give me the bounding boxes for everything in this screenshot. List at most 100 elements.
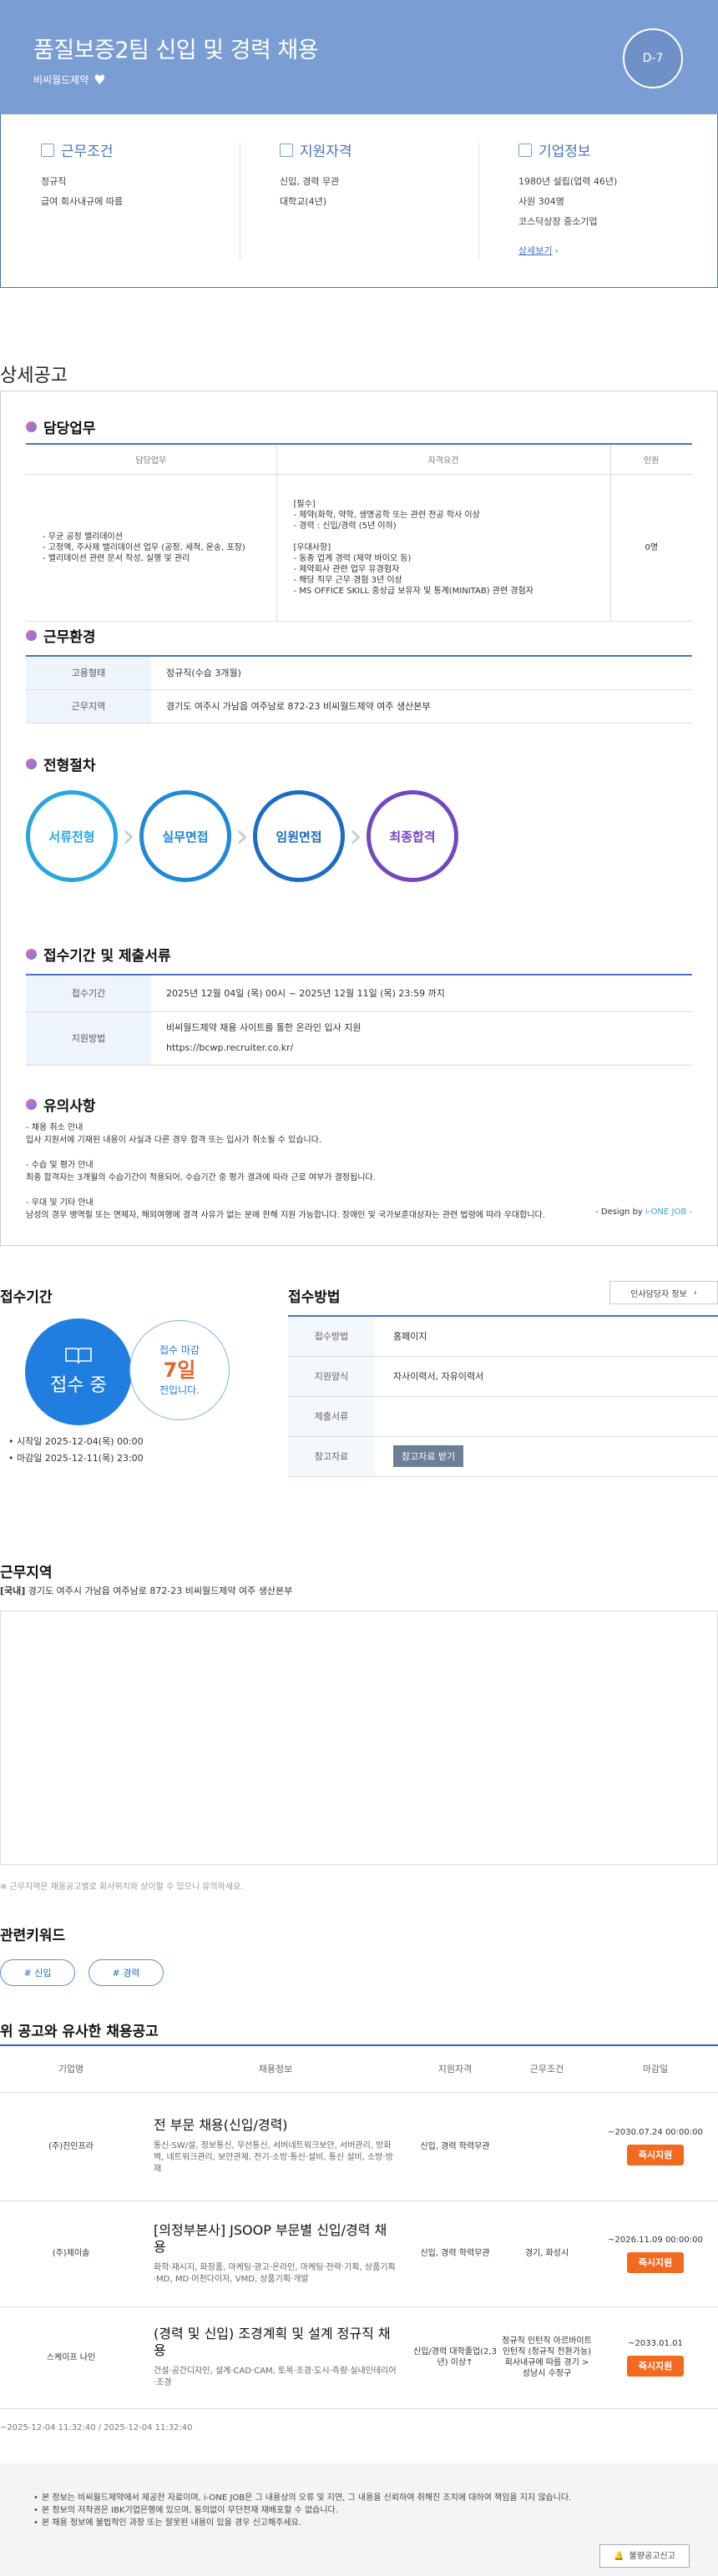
method-value: 홈페이지 bbox=[375, 1316, 718, 1357]
company-name[interactable]: (주)진인프라 bbox=[0, 2092, 142, 2201]
company-name[interactable]: (주)제이솔 bbox=[0, 2200, 142, 2307]
book-icon bbox=[65, 1348, 92, 1364]
bullet-icon bbox=[26, 949, 37, 960]
remain-suffix: 전입니다. bbox=[159, 1384, 200, 1396]
notice-heading: 유의사항 bbox=[26, 1094, 96, 1115]
notice-line: - 채용 취소 안내 bbox=[26, 1123, 83, 1132]
summary-company: 기업정보 1980년 설립(업력 46년) 사원 304명 코스닥상장 중소기업… bbox=[478, 114, 717, 287]
job-header: 품질보증2팀 신입 및 경력 채용 비씨월드제약 ♥ D-7 bbox=[0, 0, 718, 114]
method-value bbox=[375, 1396, 718, 1437]
design-brand: i-ONE JOB - bbox=[645, 1207, 692, 1217]
job-deadline: ~2030.07.24 00:00:00 bbox=[608, 2128, 703, 2137]
table-header: 마감일 bbox=[593, 2045, 718, 2093]
remain-circle: 접수 마감 7일 전입니다. bbox=[129, 1320, 230, 1420]
contact-info-label: 인사담당자 정보 bbox=[630, 1289, 687, 1299]
design-prefix: - Design by bbox=[595, 1207, 646, 1217]
table-row[interactable]: (주)진인프라 전 부문 채용(신입/경력) 통신·SW/설, 정보통신, 무선통… bbox=[0, 2092, 718, 2201]
remain-prefix: 접수 마감 bbox=[159, 1344, 200, 1356]
job-desc: 건설·공간디자인, 설계·CAD·CAM, 토목·조경·도시·측량·실내인테리어… bbox=[154, 2367, 397, 2387]
method-value: 참고자료 받기 bbox=[375, 1436, 718, 1477]
summary-line: 1980년 설립(업력 46년) bbox=[518, 176, 618, 187]
similar-table: 기업명 채용정보 지원자격 근무조건 마감일 (주)진인프라 전 부문 채용(신… bbox=[0, 2044, 718, 2409]
req-line: - 제약회사 관련 업무 유경험자 bbox=[293, 564, 400, 574]
summary-title: 기업정보 bbox=[538, 144, 591, 160]
process-steps: 서류전형 › 실무면접 › 임원면접 › 최종합격 bbox=[26, 790, 458, 882]
footer-notice: 본 정보는 비씨월드제약에서 제공한 자료이며, i-ONE JOB은 그 내용… bbox=[0, 2463, 718, 2576]
job-qual: 신입/경력 대학졸업(2,3년) 이상↑ bbox=[409, 2306, 501, 2409]
job-title-link[interactable]: (경력 및 신입) 조경계획 및 설계 정규직 채용 bbox=[154, 2326, 397, 2359]
job-deadline-cell: ~2030.07.24 00:00:00 즉시지원 bbox=[593, 2092, 718, 2201]
apply-status: 접수 중 bbox=[50, 1375, 107, 1396]
apply-now-button[interactable]: 즉시지원 bbox=[626, 2145, 685, 2165]
job-desc: 화학·재시지, 화장품, 마케팅·광고·온라인, 마케팅·전략·기획, 상품기획… bbox=[154, 2262, 396, 2284]
heart-icon[interactable]: ♥ bbox=[94, 72, 105, 88]
job-title-link[interactable]: [의정부본사] JSOOP 부문별 신입/경력 채용 bbox=[154, 2222, 397, 2256]
method-line: 비씨월드제약 채용 사이트를 통한 온라인 입사 지원 bbox=[166, 1022, 362, 1033]
req-line: - 동종 업계 경력 (제약 바이오 등) bbox=[293, 553, 412, 563]
company-name[interactable]: 스케이프 나인 bbox=[0, 2306, 142, 2409]
detail-section-title: 상세공고 bbox=[0, 365, 68, 386]
keywords-title: 관련키워드 bbox=[0, 1928, 66, 1944]
footer-line: 본 정보의 저작권은 IBK기업은행에 있으며, 동의없이 무단전재 재배포할 … bbox=[33, 2504, 685, 2517]
method-table: 접수방법 홈페이지 지원양식 자사이력서, 자유이력서 제출서류 참고자료 참고자료 … bbox=[288, 1315, 718, 1477]
method-url[interactable]: https://bcwp.recruiter.co.kr/ bbox=[166, 1038, 677, 1058]
job-deadline-cell: ~2026.11.09 00:00:00 즉시지원 bbox=[593, 2200, 718, 2307]
duty-table: 담당업무 자격요건 인원 - 무균 공정 밸리데이션 - 고정액, 주사제 밸리… bbox=[26, 443, 692, 622]
job-qual: 신입, 경력 학력무관 bbox=[409, 2200, 501, 2307]
apply-now-button[interactable]: 즉시지원 bbox=[626, 2251, 685, 2273]
job-cond bbox=[501, 2092, 593, 2201]
duty-line: - 고정액, 주사제 밸리데이션 업무 (공정, 세척, 운송, 포장) bbox=[43, 542, 245, 552]
summary-line: 신입, 경력 무관 bbox=[280, 176, 340, 187]
period-value: 2025년 12월 04일 (목) 00시 ~ 2025년 12월 11일 (목… bbox=[151, 975, 692, 1012]
keyword-chip[interactable]: # 경력 bbox=[88, 1959, 164, 1986]
env-heading: 근무환경 bbox=[26, 625, 96, 646]
keyword-chip[interactable]: # 신입 bbox=[0, 1959, 75, 1986]
table-row[interactable]: (주)제이솔 [의정부본사] JSOOP 부문별 신입/경력 채용화학·재시지,… bbox=[0, 2200, 718, 2307]
req-line: - 제약(화학, 약학, 생명공학 또는 관련 전공 학사 이상 bbox=[293, 510, 480, 520]
notice-line: 남성의 경우 병역필 또는 면제자, 해외여행에 결격 사유가 없는 분에 한해… bbox=[26, 1211, 545, 1220]
apply-period: 접수기간 접수 중 접수 마감 7일 전입니다. • 시작일 2025-12-0… bbox=[0, 1285, 250, 1464]
job-title-link[interactable]: 전 부문 채용(신입/경력) bbox=[154, 2117, 397, 2134]
footer-line: 본 정보는 비씨월드제약에서 제공한 자료이며, i-ONE JOB은 그 내용… bbox=[33, 2492, 685, 2504]
duty-heading: 담당업무 bbox=[26, 416, 96, 437]
map-area[interactable] bbox=[0, 1611, 718, 1865]
req-line: - 경력 : 신입/경력 (5년 이하) bbox=[293, 521, 397, 531]
duty-work-cell: - 무균 공정 밸리데이션 - 고정액, 주사제 밸리데이션 업무 (공정, 세… bbox=[26, 474, 276, 622]
duty-line: - 무균 공정 밸리데이션 bbox=[43, 532, 123, 542]
company-name[interactable]: 비씨월드제약 bbox=[33, 73, 88, 87]
method-key: 접수방법 bbox=[288, 1316, 375, 1357]
job-info: [의정부본사] JSOOP 부문별 신입/경력 채용화학·재시지, 화장품, 마… bbox=[142, 2200, 409, 2307]
summary-title: 근무조건 bbox=[61, 144, 114, 160]
notice-line bbox=[26, 1184, 694, 1197]
company-detail-link[interactable]: 상세보기 bbox=[518, 244, 552, 257]
req-line: [우대사항] bbox=[293, 542, 331, 552]
location-text: 경기도 여주시 가남읍 여주남로 872-23 비씨월드제약 여주 생산본부 bbox=[28, 1585, 293, 1596]
calendar-icon bbox=[280, 143, 293, 157]
period-key: 접수기간 bbox=[26, 975, 151, 1012]
method-key: 제출서류 bbox=[288, 1396, 375, 1437]
table-header: 채용정보 bbox=[142, 2045, 409, 2093]
bullet-icon bbox=[26, 630, 37, 641]
apply-now-button[interactable]: 즉시지원 bbox=[626, 2356, 685, 2377]
report-label: 불량공고신고 bbox=[629, 2551, 675, 2561]
job-cond: 정규직 인턴직 아르바이트 인턴직 (정규직 전환가능) 회사내규에 따름 경기… bbox=[501, 2306, 593, 2409]
start-date-text: 시작일 2025-12-04(목) 00:00 bbox=[17, 1436, 144, 1447]
summary-line: 급여 회사내규에 따름 bbox=[41, 196, 124, 207]
table-row[interactable]: 스케이프 나인 (경력 및 신입) 조경계획 및 설계 정규직 채용건설·공간디… bbox=[0, 2306, 718, 2409]
req-line: - 해당 직무 근무 경험 3년 이상 bbox=[293, 575, 402, 585]
reference-download-button[interactable]: 참고자료 받기 bbox=[393, 1445, 464, 1467]
contact-info-button[interactable]: 인사담당자 정보 › bbox=[609, 1281, 718, 1304]
table-header: 근무조건 bbox=[501, 2045, 593, 2093]
notice-line: - 수습 및 평가 안내 bbox=[26, 1161, 94, 1170]
apply-method: 접수방법 인사담당자 정보 › 접수방법 홈페이지 지원양식 자사이력서, 자유이력서… bbox=[288, 1281, 718, 1477]
location-address: [국내] 경기도 여주시 가남읍 여주남로 872-23 비씨월드제약 여주 생… bbox=[0, 1584, 292, 1597]
job-info: (경력 및 신입) 조경계획 및 설계 정규직 채용건설·공간디자인, 설계·C… bbox=[142, 2306, 409, 2409]
job-qual: 신입, 경력 학력무관 bbox=[409, 2092, 501, 2201]
report-button[interactable]: 🔔 불량공고신고 bbox=[599, 2544, 690, 2568]
period-value: 비씨월드제약 채용 사이트를 통한 온라인 입사 지원 https://bcwp.… bbox=[151, 1011, 692, 1066]
chevron-right-icon: › bbox=[349, 817, 362, 855]
summary-box: 근무조건 정규직 급여 회사내규에 따름 지원자격 신입, 경력 무관 대학교(… bbox=[0, 114, 718, 288]
method-key: 지원양식 bbox=[288, 1356, 375, 1397]
apply-status-circle: 접수 중 bbox=[25, 1318, 132, 1425]
chevron-right-icon: › bbox=[552, 247, 559, 256]
